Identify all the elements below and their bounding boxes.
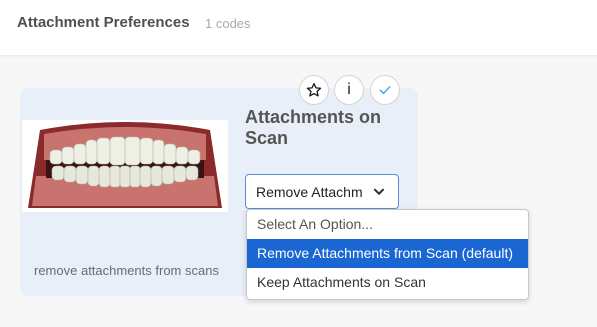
attachment-select[interactable]: Remove Attachments from Scan (default) xyxy=(245,174,399,209)
option-keep-attachments[interactable]: Keep Attachments on Scan xyxy=(247,268,528,297)
page-header: Attachment Preferences 1 codes xyxy=(0,0,597,56)
option-remove-attachments[interactable]: Remove Attachments from Scan (default) xyxy=(247,239,528,268)
teeth-image xyxy=(22,120,228,212)
info-button[interactable]: i xyxy=(334,75,364,105)
star-icon xyxy=(306,83,322,97)
option-title: Attachments on Scan xyxy=(245,107,382,148)
confirm-button[interactable] xyxy=(370,75,400,105)
select-dropdown-list: Select An Option... Remove Attachments f… xyxy=(246,209,529,300)
option-placeholder[interactable]: Select An Option... xyxy=(247,210,528,239)
favorite-button[interactable] xyxy=(299,75,329,105)
page-title: Attachment Preferences xyxy=(17,14,190,31)
info-icon: i xyxy=(347,81,351,98)
card-caption: remove attachments from scans xyxy=(34,263,219,278)
select-value: Remove Attachments from Scan (default) xyxy=(256,183,362,200)
check-icon xyxy=(379,86,391,95)
chevron-down-icon xyxy=(373,188,385,195)
codes-count: 1 codes xyxy=(205,16,251,31)
